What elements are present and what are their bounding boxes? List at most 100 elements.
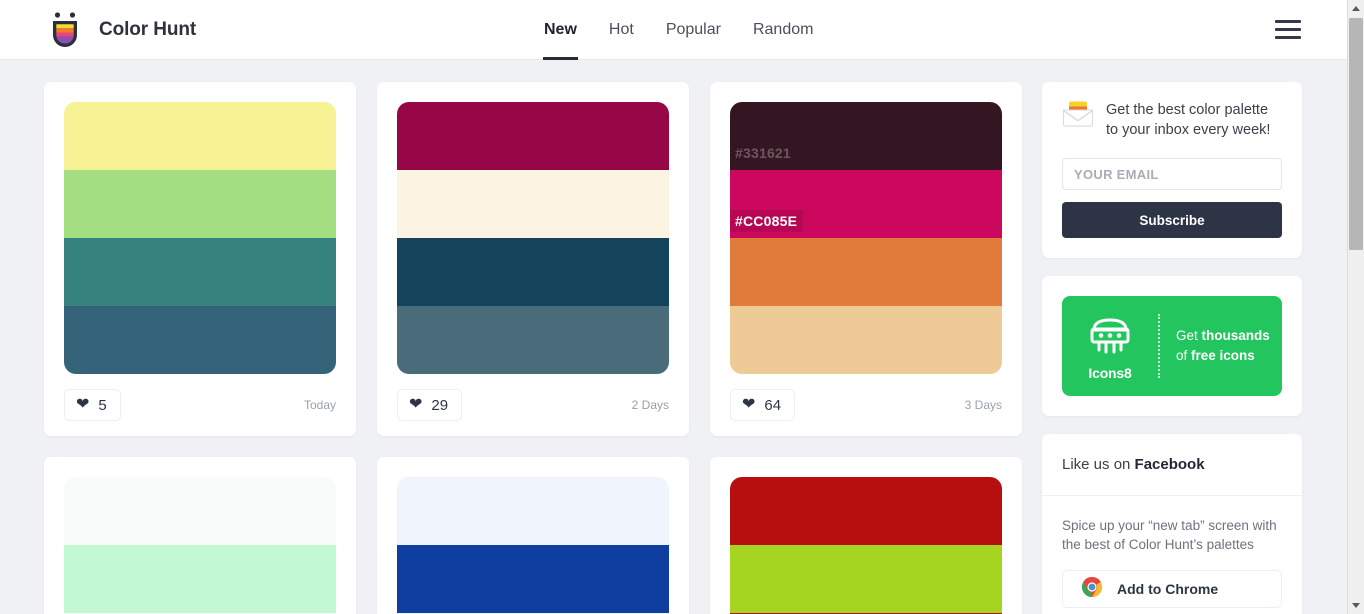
- colorhunt-logo-icon: [44, 9, 86, 51]
- color-swatch[interactable]: #CC085E: [730, 170, 1002, 238]
- palette-card-footer: ❤ 29 2 Days: [397, 374, 669, 436]
- chrome-logo-icon: [1081, 576, 1103, 603]
- ad-text-line2: of free icons: [1176, 346, 1282, 366]
- hamburger-menu-icon[interactable]: [1275, 18, 1301, 40]
- palette-date: 2 Days: [631, 398, 669, 412]
- palette-card[interactable]: ❤: [44, 457, 356, 614]
- facebook-text-prefix: Like us on: [1062, 456, 1135, 473]
- palette-grid: ❤ 5 Today ❤ 29 2 Days #331621 #CC085E ❤ …: [44, 82, 1024, 614]
- add-to-chrome-button[interactable]: Add to Chrome: [1062, 570, 1282, 609]
- like-button[interactable]: ❤ 5: [64, 389, 121, 421]
- social-and-extension-panel: Like us on Facebook Spice up your “new t…: [1042, 434, 1302, 614]
- newsletter-headline-line2: to your inbox every week!: [1106, 122, 1271, 138]
- color-swatch[interactable]: [64, 238, 336, 306]
- scroll-down-arrow-icon[interactable]: [1348, 597, 1364, 614]
- hamburger-bar: [1275, 27, 1301, 31]
- scroll-down-triangle: [1352, 603, 1360, 608]
- brand-name: Color Hunt: [99, 19, 197, 40]
- ad-text-line1-prefix: Get: [1176, 328, 1202, 344]
- nav-tab-random[interactable]: Random: [737, 0, 829, 60]
- icons8-ad-banner[interactable]: Icons8 Get thousands of free icons: [1062, 296, 1282, 396]
- ad-text-line2-prefix: of: [1176, 348, 1192, 363]
- chrome-description-line1: Spice up your “new tab” screen with: [1062, 518, 1277, 533]
- hex-code-label: #CC085E: [730, 210, 804, 232]
- heart-icon: ❤: [76, 396, 90, 413]
- facebook-link[interactable]: Facebook: [1135, 456, 1205, 473]
- nav-tab-popular[interactable]: Popular: [650, 0, 737, 60]
- icons8-brand-label: Icons8: [1088, 364, 1132, 381]
- scrollbar-thumb[interactable]: [1349, 18, 1363, 250]
- palette-swatches: [397, 477, 669, 614]
- like-button[interactable]: ❤ 29: [397, 389, 463, 421]
- page-root: Color Hunt New Hot Popular Random ❤ 5 To…: [0, 0, 1364, 614]
- newsletter-headline: Get the best color palette to your inbox…: [1106, 100, 1270, 140]
- palette-swatches: [64, 102, 336, 374]
- nav-tab-new[interactable]: New: [528, 0, 593, 60]
- like-count: 29: [431, 396, 449, 414]
- color-swatch[interactable]: [64, 170, 336, 238]
- site-header: Color Hunt New Hot Popular Random: [0, 0, 1347, 60]
- scroll-up-arrow-icon[interactable]: [1348, 0, 1364, 17]
- heart-icon: ❤: [409, 396, 423, 413]
- palette-card-footer: ❤ 64 3 Days: [730, 374, 1002, 436]
- palette-date: 3 Days: [964, 398, 1002, 412]
- brand-logo-link[interactable]: Color Hunt: [44, 9, 196, 51]
- chrome-description: Spice up your “new tab” screen with the …: [1062, 516, 1282, 554]
- palette-card-footer: ❤ 5 Today: [64, 374, 336, 436]
- facebook-section[interactable]: Like us on Facebook: [1042, 434, 1302, 495]
- palette-card[interactable]: #331621 #CC085E ❤ 64 3 Days: [710, 82, 1022, 436]
- ad-text-line1-bold: thousands: [1201, 328, 1270, 344]
- newsletter-headline-line1: Get the best color palette: [1106, 102, 1269, 118]
- ad-text-line1: Get thousands: [1176, 326, 1282, 346]
- palette-card[interactable]: ❤ 5 Today: [44, 82, 356, 436]
- like-button[interactable]: ❤ 64: [730, 389, 796, 421]
- like-count: 5: [98, 396, 107, 414]
- color-swatch[interactable]: [397, 238, 669, 306]
- like-count: 64: [764, 396, 782, 414]
- facebook-text: Like us on Facebook: [1062, 456, 1282, 473]
- chrome-description-line2: the best of Color Hunt’s palettes: [1062, 537, 1254, 553]
- color-swatch[interactable]: [64, 545, 336, 613]
- scroll-up-triangle: [1352, 6, 1360, 11]
- palette-swatches: [730, 477, 1002, 614]
- icons8-ad-text: Get thousands of free icons: [1160, 326, 1282, 365]
- palette-card[interactable]: ❤: [710, 457, 1022, 614]
- icons8-robot-icon: [1084, 312, 1136, 363]
- palette-card[interactable]: ❤: [377, 457, 689, 614]
- newsletter-header: Get the best color palette to your inbox…: [1062, 100, 1282, 140]
- color-swatch[interactable]: [730, 545, 1002, 613]
- color-swatch[interactable]: [64, 102, 336, 170]
- hex-code-label: #331621: [735, 145, 791, 161]
- page-scrollbar[interactable]: [1347, 0, 1364, 614]
- palette-swatches: #331621 #CC085E: [730, 102, 1002, 374]
- color-swatch[interactable]: [730, 477, 1002, 545]
- newsletter-panel: Get the best color palette to your inbox…: [1042, 82, 1302, 258]
- color-swatch[interactable]: [397, 170, 669, 238]
- heart-icon: ❤: [742, 396, 756, 413]
- color-swatch[interactable]: [730, 238, 1002, 306]
- main-nav: New Hot Popular Random: [528, 0, 829, 60]
- color-swatch[interactable]: [397, 545, 669, 613]
- envelope-icon: [1062, 100, 1094, 133]
- palette-swatches: [64, 477, 336, 614]
- color-swatch[interactable]: [64, 477, 336, 545]
- nav-tab-hot[interactable]: Hot: [593, 0, 650, 60]
- sidebar: Get the best color palette to your inbox…: [1042, 82, 1302, 614]
- color-swatch[interactable]: [730, 306, 1002, 374]
- color-swatch[interactable]: [397, 477, 669, 545]
- color-swatch[interactable]: [64, 306, 336, 374]
- palette-swatches: [397, 102, 669, 374]
- main-content: ❤ 5 Today ❤ 29 2 Days #331621 #CC085E ❤ …: [0, 60, 1347, 614]
- hamburger-bar: [1275, 35, 1301, 39]
- add-to-chrome-label: Add to Chrome: [1117, 581, 1219, 598]
- palette-card[interactable]: ❤ 29 2 Days: [377, 82, 689, 436]
- color-swatch[interactable]: #331621: [730, 102, 1002, 170]
- subscribe-button[interactable]: Subscribe: [1062, 202, 1282, 238]
- color-swatch[interactable]: [397, 306, 669, 374]
- advertisement-panel: Icons8 Get thousands of free icons: [1042, 276, 1302, 416]
- email-input[interactable]: [1062, 158, 1282, 190]
- hamburger-bar: [1275, 19, 1301, 23]
- ad-text-line2-bold: free icons: [1191, 348, 1255, 363]
- chrome-extension-section: Spice up your “new tab” screen with the …: [1042, 496, 1302, 614]
- color-swatch[interactable]: [397, 102, 669, 170]
